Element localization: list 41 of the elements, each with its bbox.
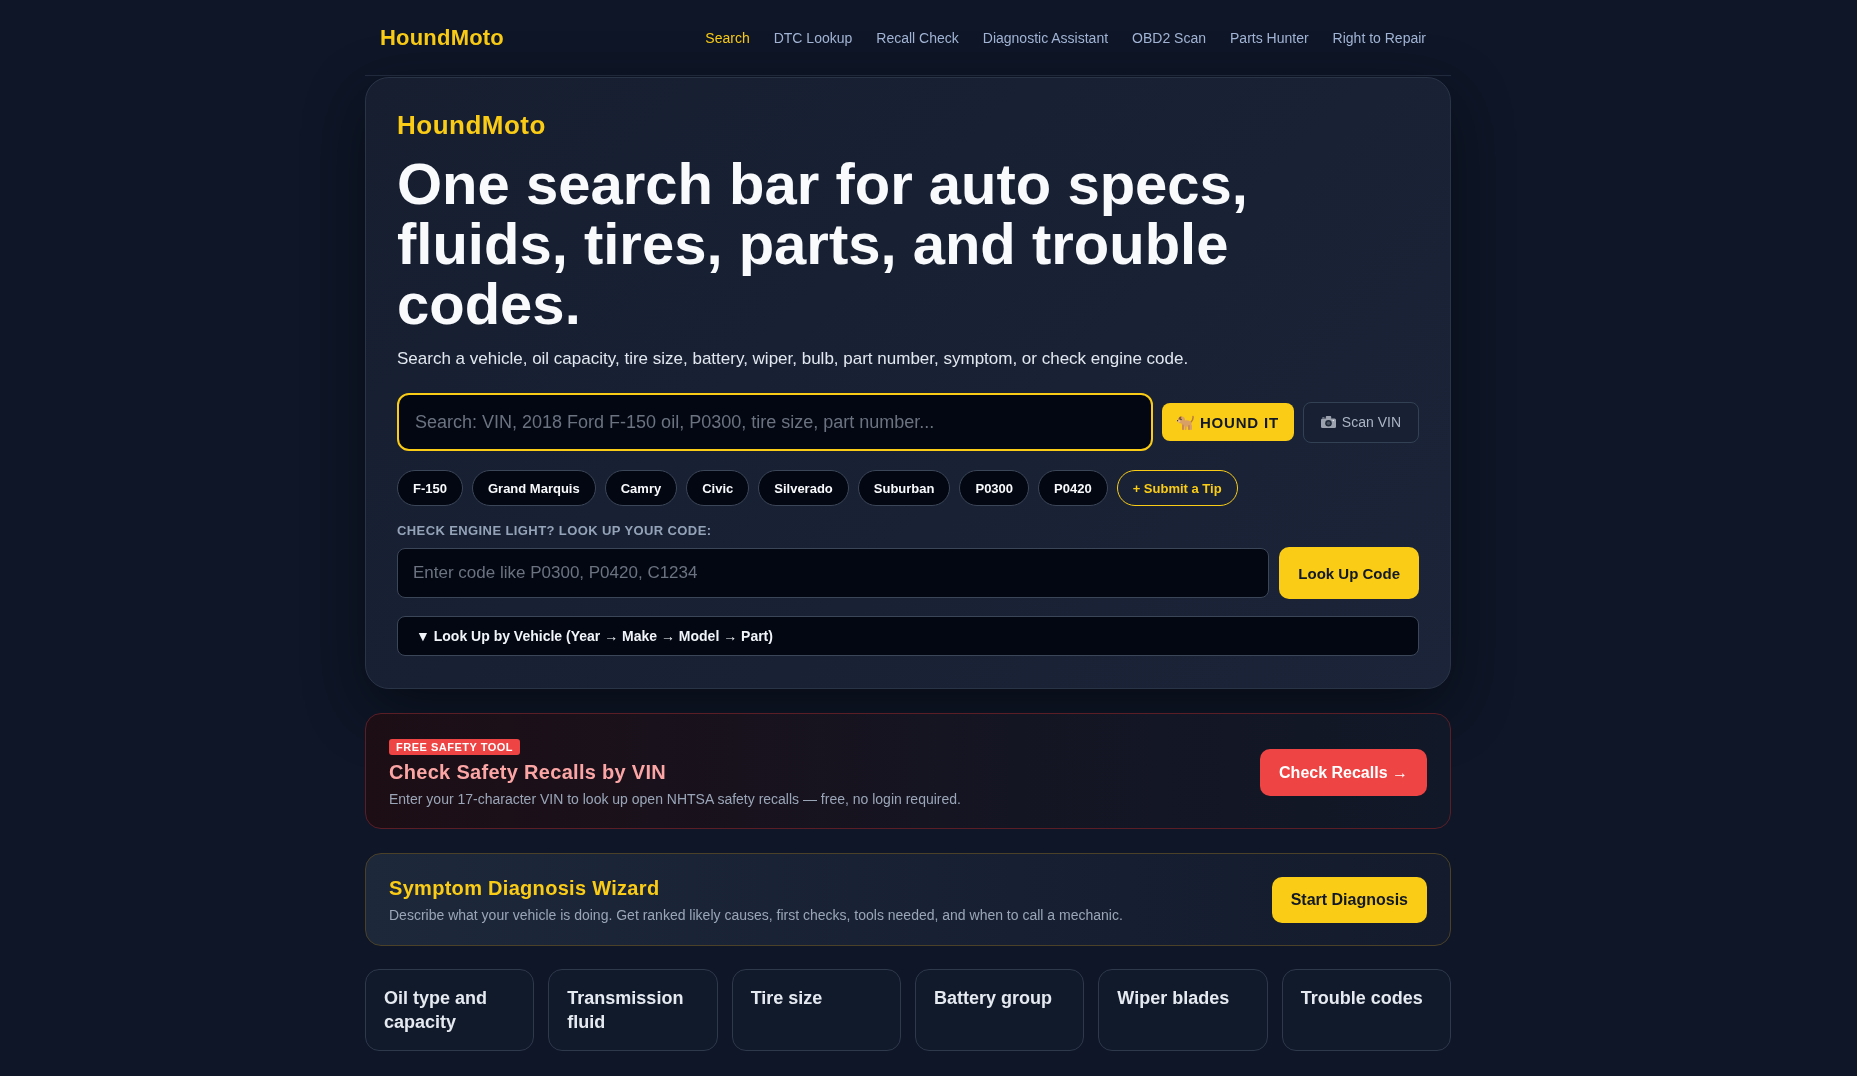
search-chip[interactable]: F-150 [397,470,463,506]
nav-link[interactable]: Search [705,29,750,46]
code-field[interactable]: Enter code like P0300, P0420, C1234 [397,548,1270,598]
category-tile[interactable]: Oil type and capacity [365,969,535,1051]
hero-heading: One search bar for auto specs, fluids, tires, parts, and trouble codes. [397,154,1249,334]
nav-link[interactable]: DTC Lookup [773,29,853,46]
dog-icon [1176,414,1194,430]
scan-vin-button[interactable]: Scan VIN [1302,401,1419,443]
recall-title: Check Safety Recalls by VIN [389,760,668,784]
vehicle-lookup-toggle[interactable]: ▼ Look Up by Vehicle (Year → Make → Model → Part) [397,616,1419,656]
diagnosis-description: Describe what your vehicle is doing. Get ranked likely causes, first checks, tools needed, and when to call a mechanic. [389,906,1123,924]
search-chip[interactable]: Grand Marquis [471,470,596,506]
category-tile[interactable]: Transmission fluid [548,969,718,1051]
nav-link[interactable]: OBD2 Scan [1132,29,1206,46]
search-chip[interactable]: Silverado [758,470,849,506]
brand-heading: HoundMoto [397,109,547,141]
category-tile[interactable]: Trouble codes [1281,969,1451,1051]
search-chip[interactable]: P0420 [1038,470,1108,506]
nav-link[interactable]: Diagnostic Assistant [982,29,1109,46]
search-chip[interactable]: Suburban [857,470,951,506]
safety-badge: FREE SAFETY TOOL [389,739,520,755]
search-chip[interactable]: Civic [686,470,750,506]
start-diagnosis-button[interactable]: Start Diagnosis [1271,877,1427,923]
hero-subtitle: Search a vehicle, oil capacity, tire size, battery, wiper, bulb, part number, symptom, or check engine code. [397,348,1190,370]
search-chip[interactable]: P0300 [959,470,1030,506]
category-tile[interactable]: Battery group [915,969,1085,1051]
search-button[interactable]: HOUND IT [1161,403,1294,441]
recall-description: Enter your 17-character VIN to look up open NHTSA safety recalls — free, no login required. [389,790,961,808]
diagnosis-title: Symptom Diagnosis Wizard [389,876,661,900]
lookup-code-button[interactable]: Look Up Code [1279,547,1419,599]
nav-link[interactable]: Parts Hunter [1230,29,1309,46]
category-tile[interactable]: Tire size [731,969,901,1051]
category-tile[interactable]: Wiper blades [1098,969,1268,1051]
search-field[interactable]: Search: VIN, 2018 Ford F-150 oil, P0300, tire size, part number... [397,393,1153,451]
search-chip[interactable]: Camry [604,470,678,506]
check-recalls-button[interactable]: Check Recalls → [1260,749,1427,796]
camera-icon [1320,416,1336,428]
nav-link[interactable]: Recall Check [876,29,959,46]
site-logo[interactable]: HoundMoto [380,24,504,51]
nav-link[interactable]: Right to Repair [1332,29,1426,46]
code-lookup-label: CHECK ENGINE LIGHT? LOOK UP YOUR CODE: [397,523,713,539]
